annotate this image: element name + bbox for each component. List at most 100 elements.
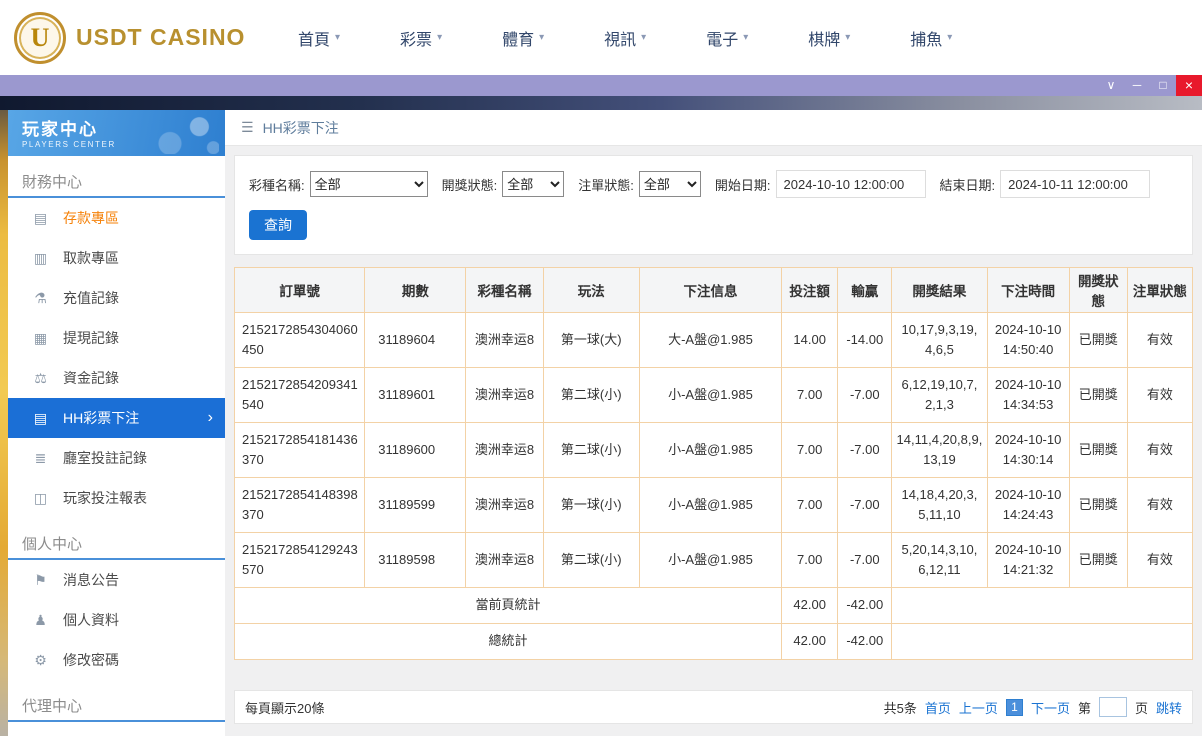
sidebar-item-0-0[interactable]: ▤ 存款專區 [8, 198, 225, 238]
collapse-window-icon[interactable]: ∨ [1098, 75, 1124, 96]
nav-item-6[interactable]: 捕魚 ▾ [910, 26, 952, 50]
page: U USDT CASINO 首頁 ▾ 彩票 ▾ 體育 ▾ 視訊 ▾ 電子 ▾ 棋牌 ▾ 捕魚 ▾ ∨ ─ … [0, 0, 1202, 736]
jump-button[interactable]: 跳转 [1156, 698, 1182, 717]
table-cell: 有效 [1126, 532, 1194, 588]
table-cell: 有效 [1126, 477, 1194, 533]
filter-row: 彩種名稱: 全部 開獎狀態: 全部 注單狀態: 全部 開始日期: 2024-10… [249, 170, 1178, 198]
sidebar-item-1-1[interactable]: ♟ 個人資料 [8, 600, 225, 640]
brand[interactable]: U USDT CASINO [0, 11, 252, 64]
summary-label: 當前頁統計 [233, 587, 783, 624]
lottery-select[interactable]: 全部 [309, 171, 428, 197]
jump-label-pre: 第 [1077, 700, 1091, 716]
column-header: 輸贏 [837, 267, 893, 313]
sidebar-item-0-3[interactable]: ▦ 提現記錄 [8, 318, 225, 358]
query-button[interactable]: 查詢 [249, 210, 307, 240]
close-icon[interactable]: × [1176, 75, 1202, 96]
table-row: 2152172854209341540 31189601 澳洲幸运8 第二球(小) 小-… [233, 367, 1194, 423]
current-page[interactable]: 1 [1005, 698, 1023, 716]
nav-item-label: 棋牌 [808, 31, 841, 49]
nav-item-2[interactable]: 體育 ▾ [502, 26, 544, 50]
table-cell: 小-A盤@1.985 [638, 367, 783, 423]
withdraw-record-icon: ▦ [33, 329, 48, 346]
chevron-down-icon: ▾ [437, 32, 443, 43]
table-cell: 31189601 [364, 367, 467, 423]
maximize-icon[interactable]: □ [1150, 75, 1176, 96]
nav-item-4[interactable]: 電子 ▾ [706, 26, 748, 50]
sidebar-item-label: 存款專區 [63, 210, 119, 226]
table-cell: 2152172854148398370 [233, 477, 366, 533]
sidebar-item-0-7[interactable]: ◫ 玩家投注報表 [8, 478, 225, 518]
next-page-link[interactable]: 下一页 [1031, 698, 1070, 717]
filter-panel: 彩種名稱: 全部 開獎狀態: 全部 注單狀態: 全部 開始日期: 2024-10… [234, 155, 1193, 255]
bets-table-wrap: 訂單號 期數 彩種名稱 玩法 下注信息 投注額 輸贏 開獎結果 下注時間 開獎狀態 注單狀態 215… [233, 267, 1194, 660]
end-date-input[interactable] [1000, 170, 1151, 198]
chevron-down-icon: ▾ [743, 32, 749, 43]
table-cell: 2152172854304060450 [233, 312, 366, 368]
table-cell: 澳洲幸运8 [465, 477, 544, 533]
topnav-menu: 首頁 ▾ 彩票 ▾ 體育 ▾ 視訊 ▾ 電子 ▾ 棋牌 ▾ 捕魚 ▾ [298, 26, 952, 50]
table-cell: 第一球(小) [542, 477, 640, 533]
page-size-text: 每頁顯示20條 [245, 700, 325, 716]
table-cell: 14,18,4,20,3,5,11,10 [891, 477, 988, 533]
column-header: 開獎狀態 [1068, 267, 1128, 313]
sidebar-item-label: 玩家投注報表 [63, 490, 147, 506]
recharge-record-icon: ⚗ [34, 289, 47, 306]
sidebar-item-label: 消息公告 [63, 572, 119, 588]
summary-empty-cell [891, 587, 1193, 624]
sidebar-item-0-2[interactable]: ⚗ 充值記錄 [8, 278, 225, 318]
order-status-select[interactable]: 全部 [638, 171, 701, 197]
jump-page-input[interactable] [1098, 697, 1127, 717]
table-cell: 已開獎 [1068, 532, 1128, 588]
sidebar-item-0-6[interactable]: ≣ 廳室投註記錄 [8, 438, 225, 478]
breadcrumb: ☰ HH彩票下注 [225, 110, 1202, 146]
table-cell: 2152172854181436370 [233, 422, 366, 478]
table-cell: 2024-10-10 14:30:14 [986, 422, 1070, 478]
nav-item-5[interactable]: 棋牌 ▾ [808, 26, 850, 50]
casino-logo-icon: U [14, 11, 66, 64]
sidebar-item-1-0[interactable]: ⚑ 消息公告 [8, 560, 225, 600]
window-titlebar: ∨ ─ □ × [0, 75, 1202, 96]
column-header: 注單狀態 [1126, 267, 1194, 313]
sidebar-item-0-4[interactable]: ⚖ 資金記錄 [8, 358, 225, 398]
nav-item-3[interactable]: 視訊 ▾ [604, 26, 646, 50]
summary-winloss-total: -42.00 [837, 623, 893, 660]
column-header: 開獎結果 [891, 267, 988, 313]
column-header: 訂單號 [233, 267, 366, 313]
sidebar-item-0-1[interactable]: ▥ 取款專區 [8, 238, 225, 278]
table-cell: 31189604 [364, 312, 467, 368]
table-cell: 10,17,9,3,19,4,6,5 [891, 312, 988, 368]
sidebar-item-label: 取款專區 [63, 250, 119, 266]
table-cell: 小-A盤@1.985 [638, 477, 783, 533]
nav-item-label: 體育 [502, 31, 535, 49]
menu-icon[interactable]: ☰ [241, 119, 254, 136]
jump-label-post: 页 [1134, 700, 1148, 716]
nav-item-1[interactable]: 彩票 ▾ [400, 26, 442, 50]
column-header: 期數 [364, 267, 467, 313]
nav-item-0[interactable]: 首頁 ▾ [298, 26, 340, 50]
sidebar-item-0-5[interactable]: ▤ HH彩票下注 › [8, 398, 225, 438]
table-cell: -7.00 [837, 477, 893, 533]
players-center-header: 玩家中心 PLAYERS CENTER [8, 110, 225, 156]
sidebar-item-1-2[interactable]: ⚙ 修改密碼 [8, 640, 225, 680]
sidebar-item-label: 個人資料 [63, 612, 119, 628]
sidebar-item-label: 廳室投註記錄 [63, 450, 147, 466]
announcement-icon: ⚑ [34, 571, 47, 588]
table-cell: 已開獎 [1068, 422, 1128, 478]
draw-status-select[interactable]: 全部 [502, 171, 565, 197]
sidebar-item-label: HH彩票下注 [63, 410, 140, 426]
table-cell: -7.00 [837, 532, 893, 588]
sidebar: 玩家中心 PLAYERS CENTER 財務中心 ▤ 存款專區 ▥ 取款專區 ⚗ 充值記錄 ▦… [8, 110, 225, 736]
table-body: 2152172854304060450 31189604 澳洲幸运8 第一球(大) 大-… [233, 312, 1194, 660]
start-date-input[interactable] [775, 170, 926, 198]
table-cell: 小-A盤@1.985 [638, 532, 783, 588]
first-page-link[interactable]: 首页 [925, 698, 951, 717]
sidebar-section-header-0: 財務中心 [8, 168, 225, 198]
minimize-icon[interactable]: ─ [1124, 75, 1150, 96]
content-inner: 彩種名稱: 全部 開獎狀態: 全部 注單狀態: 全部 開始日期: 2024-10… [225, 146, 1202, 733]
brand-name: USDT CASINO [76, 24, 246, 50]
sidebar-item-label: 資金記錄 [63, 370, 119, 386]
prev-page-link[interactable]: 上一页 [959, 698, 998, 717]
nav-item-label: 首頁 [298, 31, 331, 49]
table-row: 2152172854304060450 31189604 澳洲幸运8 第一球(大) 大-… [233, 312, 1194, 368]
table-cell: 小-A盤@1.985 [638, 422, 783, 478]
